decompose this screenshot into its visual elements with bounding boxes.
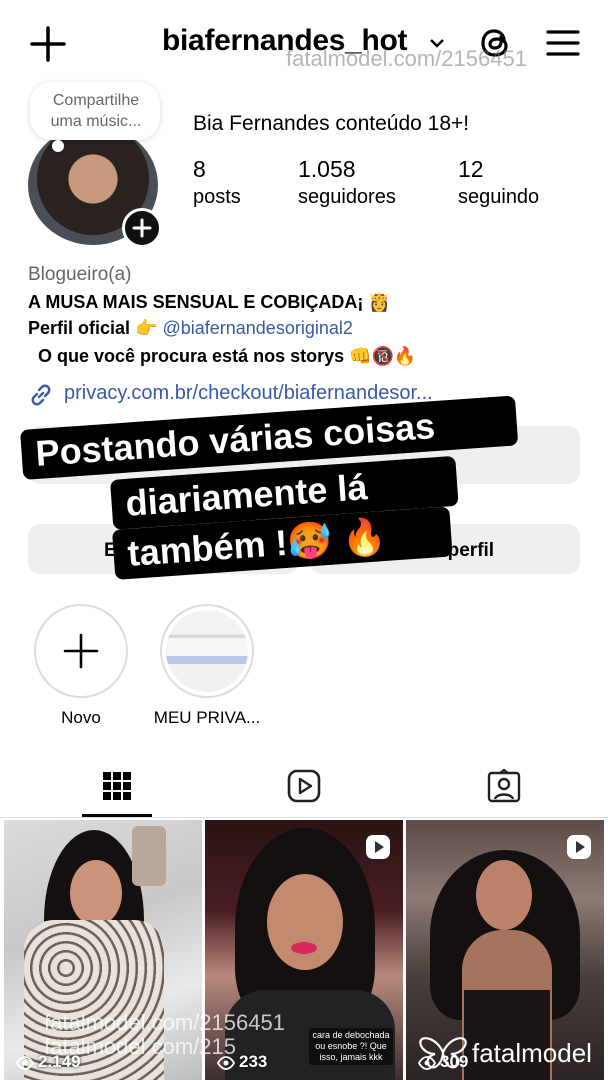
plus-icon <box>63 633 99 669</box>
following-count[interactable]: 12 <box>458 156 484 183</box>
reel-play-icon <box>567 835 591 859</box>
post-view-count-value: 233 <box>239 1052 268 1071</box>
phone-in-photo <box>132 826 166 886</box>
add-story-button[interactable] <box>122 208 162 248</box>
create-plus-icon[interactable] <box>28 24 68 64</box>
tagged-icon[interactable] <box>486 768 522 804</box>
post-figure-face <box>476 860 532 930</box>
bio-line: A MUSA MAIS SENSUAL E COBIÇADA¡ 👸 <box>28 292 391 312</box>
bio-text: Perfil oficial 👉 <box>28 318 158 338</box>
note-bubble-tail <box>52 140 64 152</box>
followers-label[interactable]: seguidores <box>298 186 396 209</box>
bio-mention-link[interactable]: @biafernandesoriginal2 <box>162 318 352 338</box>
butterfly-logo-icon <box>419 1037 467 1069</box>
watermark: fatalmodel.com/2156451 <box>44 1010 285 1035</box>
profile-category: Blogueiro(a) <box>28 264 132 285</box>
post-figure-lips <box>291 942 317 954</box>
reels-icon[interactable] <box>286 768 322 804</box>
followers-count[interactable]: 1.058 <box>298 156 356 183</box>
menu-icon[interactable] <box>546 28 580 58</box>
display-name: Bia Fernandes conteúdo 18+! <box>193 112 470 135</box>
bio-line: O que você procura está nos storys 👊🔞🔥 <box>38 346 417 366</box>
reel-play-icon <box>366 835 390 859</box>
highlight-label: MEU PRIVA... <box>153 708 261 727</box>
eye-icon <box>15 1056 35 1070</box>
highlight-label: Novo <box>61 708 101 727</box>
brand-logo: fatalmodel <box>418 1034 600 1074</box>
post-caption-sticker: cara de debochada ou esnobe ?! Que isso,… <box>309 1028 393 1065</box>
highlight-cover-image[interactable] <box>166 610 248 692</box>
link-icon <box>31 384 51 406</box>
brand-logo-text: fatalmodel <box>472 1038 592 1068</box>
post-figure-face <box>70 860 122 926</box>
grid-icon[interactable] <box>82 764 152 814</box>
watermark: fatalmodel.com/2156451 <box>286 46 527 71</box>
posts-count[interactable]: 8 <box>193 156 206 183</box>
note-text: Compartilhe uma músic... <box>50 92 142 130</box>
post-figure-face <box>267 874 343 970</box>
bio-line: Perfil oficial 👉 @biafernandesoriginal2 <box>28 318 353 339</box>
tab-divider <box>0 817 608 818</box>
bio-external-link[interactable]: privacy.com.br/checkout/biafernandesor..… <box>64 382 433 405</box>
watermark: fatalmodel.com/215 <box>44 1034 236 1059</box>
plus-icon <box>132 218 152 238</box>
posts-label[interactable]: posts <box>193 186 241 209</box>
following-label[interactable]: seguindo <box>458 186 539 209</box>
